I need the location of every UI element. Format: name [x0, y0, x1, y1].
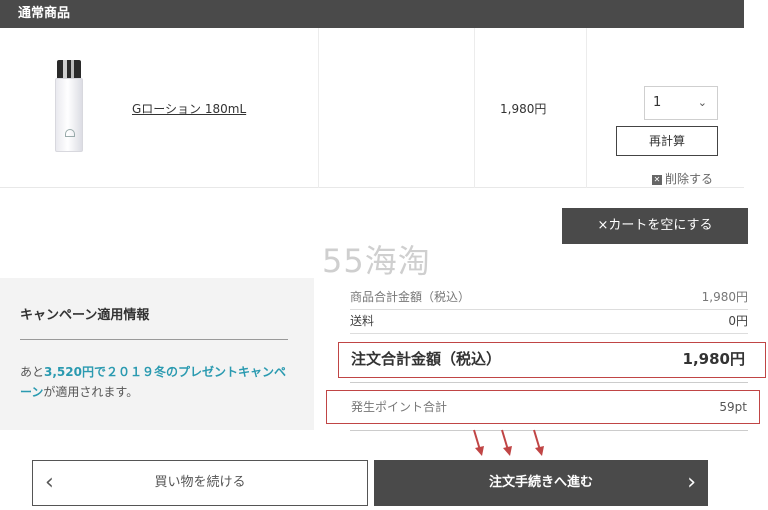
proceed-checkout-label: 注文手続きへ進む: [488, 475, 593, 490]
delete-icon: ✕: [652, 174, 662, 185]
divider: [350, 430, 748, 431]
subtotal-label: 商品合計金額（税込）: [350, 290, 471, 304]
annotation-arrow-icon: [501, 429, 512, 456]
chevron-right-icon: ›: [687, 470, 696, 495]
recalculate-button[interactable]: 再計算: [616, 126, 718, 156]
chevron-down-icon: ⌄: [697, 96, 707, 109]
subtotal-row: 商品合計金額（税込） 1,980円: [350, 288, 748, 310]
annotation-arrow-icon: [533, 429, 544, 456]
annotation-arrow-icon: [473, 429, 484, 456]
column-divider: [318, 28, 319, 188]
points-row: 発生ポイント合計 59pt: [326, 390, 760, 424]
campaign-title: キャンペーン適用情報: [20, 304, 288, 340]
campaign-text-suffix: が適用されます。: [43, 385, 139, 399]
shipping-label: 送料: [350, 314, 375, 328]
shipping-row: 送料 0円: [350, 312, 748, 334]
campaign-text-prefix: あと: [20, 365, 45, 379]
quantity-select[interactable]: 1 ⌄: [644, 86, 718, 120]
product-image[interactable]: [54, 60, 84, 152]
campaign-info-box: キャンペーン適用情報 あと3,520円で２０１９冬のプレゼントキャンペーンが適用…: [0, 278, 314, 430]
quantity-value: 1: [653, 95, 662, 110]
product-name-link[interactable]: Gローション 180mL: [132, 100, 246, 117]
section-header: 通常商品: [0, 0, 744, 28]
delete-label: 削除する: [665, 172, 714, 186]
empty-cart-button[interactable]: ×カートを空にする: [562, 208, 748, 244]
column-divider: [586, 28, 587, 188]
proceed-checkout-button[interactable]: 注文手続きへ進む ›: [374, 460, 708, 506]
continue-shopping-label: 買い物を続ける: [154, 475, 246, 490]
watermark: 55海淘: [322, 242, 431, 280]
column-divider: [474, 28, 475, 188]
points-value: 59pt: [719, 400, 747, 414]
points-label: 発生ポイント合計: [351, 400, 448, 414]
order-total-label: 注文合計金額（税込）: [351, 350, 502, 368]
divider: [350, 382, 748, 383]
subtotal-value: 1,980円: [701, 290, 748, 304]
continue-shopping-button[interactable]: ‹ 買い物を続ける: [32, 460, 368, 506]
product-price: 1,980円: [500, 102, 547, 116]
delete-item-link[interactable]: ✕ 削除する: [652, 170, 713, 187]
order-total-value: 1,980円: [682, 350, 745, 368]
cart-item-row: Gローション 180mL 1,980円 1 ⌄ 再計算 ✕ 削除する: [0, 28, 744, 188]
order-total-row: 注文合計金額（税込） 1,980円: [338, 342, 766, 378]
shipping-value: 0円: [728, 314, 748, 328]
chevron-left-icon: ‹: [45, 470, 54, 495]
campaign-text: あと3,520円で２０１９冬のプレゼントキャンペーンが適用されます。: [20, 362, 292, 402]
